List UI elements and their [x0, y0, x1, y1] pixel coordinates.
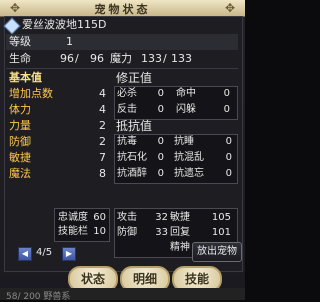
- level-label: 等级: [9, 35, 31, 48]
- mod-header: 修正值: [116, 71, 153, 85]
- attack-label: 攻击: [117, 212, 137, 223]
- forget-resist-value: 0: [225, 168, 232, 179]
- strength-value: 2: [99, 119, 106, 132]
- dodge-value: 0: [223, 104, 230, 115]
- level-row: [6, 34, 238, 50]
- mp-max: 133: [171, 52, 192, 65]
- poison-resist-value: 0: [157, 136, 164, 147]
- agility-label: 敏捷: [170, 212, 190, 223]
- hp-max: 96: [90, 52, 104, 65]
- hit-value: 0: [223, 88, 230, 99]
- defense-value: 33: [155, 227, 168, 238]
- drunk-resist-value: 0: [157, 168, 164, 179]
- dodge-label: 闪躲: [176, 104, 196, 115]
- recover-value: 101: [211, 227, 231, 238]
- hp-label: 生命: [9, 52, 31, 65]
- agility-base-value: 7: [99, 151, 106, 164]
- mp-label: 魔力: [110, 52, 132, 65]
- skill-slot-label: 技能栏: [58, 226, 88, 237]
- window-title: 宠物状态: [94, 3, 151, 16]
- points-label: 增加点数: [9, 87, 53, 100]
- basic-header: 基本值: [9, 71, 42, 84]
- vitality-value: 4: [99, 103, 106, 116]
- defense-label: 防御: [117, 227, 137, 238]
- prev-pet-icon[interactable]: ◀: [18, 247, 32, 261]
- sleep-resist-value: 0: [225, 136, 232, 147]
- crit-label: 必杀: [117, 88, 137, 99]
- mp-current: 133: [141, 52, 162, 65]
- agility-base-label: 敏捷: [9, 151, 31, 164]
- hp-slash: /: [75, 52, 79, 65]
- confuse-resist-label: 抗混乱: [174, 152, 204, 163]
- mp-slash: /: [163, 52, 167, 65]
- resist-header: 抵抗值: [116, 119, 153, 133]
- counter-label: 反击: [117, 104, 137, 115]
- poison-resist-label: 抗毒: [117, 136, 137, 147]
- footer-text: 58/ 200 野兽系: [6, 292, 71, 302]
- forget-resist-label: 抗遗忘: [174, 168, 204, 179]
- level-value: 1: [66, 35, 73, 48]
- magic-value: 8: [99, 167, 106, 180]
- counter-value: 0: [157, 104, 164, 115]
- next-pet-icon[interactable]: ▶: [62, 247, 76, 261]
- petrify-resist-value: 0: [157, 152, 164, 163]
- pet-page-indicator: 4/5: [36, 247, 53, 258]
- points-value: 4: [99, 87, 106, 100]
- petrify-resist-label: 抗石化: [117, 152, 147, 163]
- sleep-resist-label: 抗睡: [174, 136, 194, 147]
- skill-slot-value: 10: [93, 226, 106, 237]
- magic-label: 魔法: [9, 167, 31, 180]
- crit-value: 0: [157, 88, 164, 99]
- agility-value: 105: [211, 212, 231, 223]
- drunk-resist-label: 抗酒醉: [117, 168, 147, 179]
- defense-base-label: 防御: [9, 135, 31, 148]
- vitality-label: 体力: [9, 103, 31, 116]
- strength-label: 力量: [9, 119, 31, 132]
- spirit-label: 精神: [170, 242, 190, 253]
- pet-name: 爱丝波波地115D: [22, 18, 107, 31]
- attack-value: 32: [155, 212, 168, 223]
- defense-base-value: 2: [99, 135, 106, 148]
- confuse-resist-value: 0: [225, 152, 232, 163]
- hp-current: 96: [60, 52, 74, 65]
- divider: [6, 68, 238, 69]
- recover-label: 回复: [170, 227, 190, 238]
- hit-label: 命中: [176, 88, 196, 99]
- release-pet-button[interactable]: 放出宠物: [192, 242, 242, 262]
